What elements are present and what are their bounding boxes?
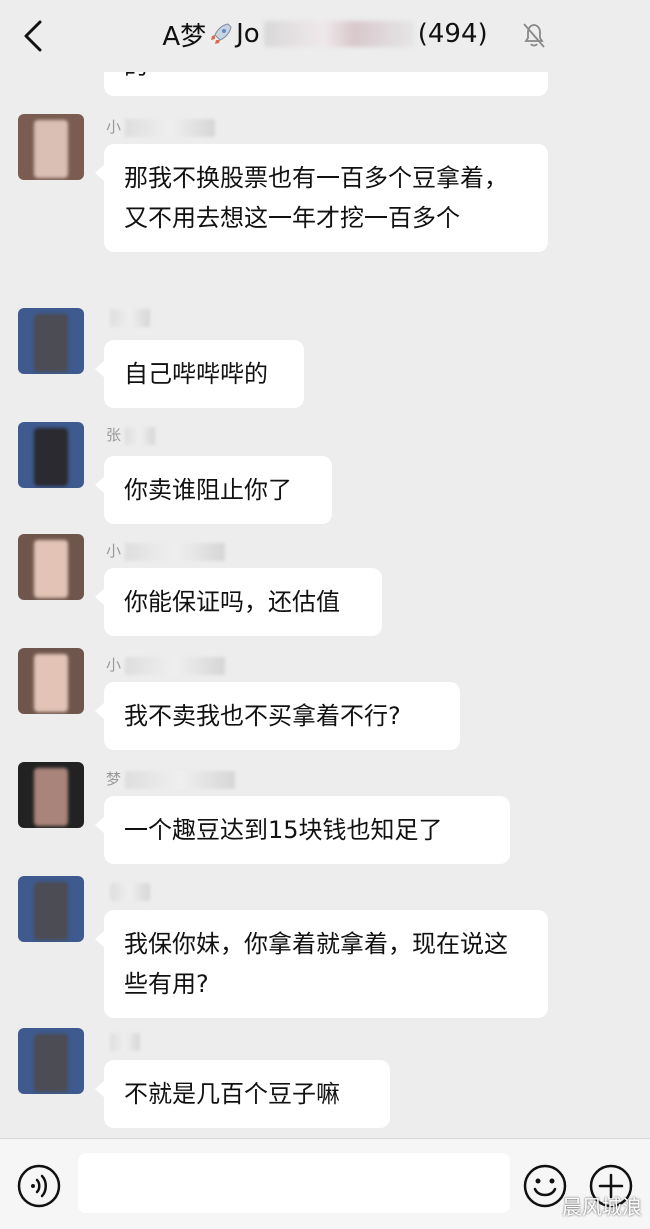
message-row: 我保你妹，你拿着就拿着，现在说这些有用? xyxy=(0,876,650,1026)
sender-name xyxy=(106,882,150,904)
avatar[interactable] xyxy=(18,308,84,374)
avatar[interactable] xyxy=(18,1028,84,1094)
avatar[interactable] xyxy=(18,762,84,828)
message-row: 小 那我不换股票也有一百多个豆拿着，又不用去想这一年才挖一百多个 xyxy=(0,110,650,290)
message-row: 小 你能保证吗，还估值 xyxy=(0,534,650,636)
avatar[interactable] xyxy=(18,534,84,600)
avatar[interactable] xyxy=(18,422,84,488)
partial-message-text: 的 xyxy=(124,72,148,81)
member-count: (494) xyxy=(417,19,488,49)
sender-name: 张 xyxy=(106,424,156,446)
message-bubble[interactable]: 不就是几百个豆子嘛 xyxy=(95,1060,390,1128)
message-bubble[interactable]: 一个趣豆达到15块钱也知足了 xyxy=(95,796,510,864)
message-row: 不就是几百个豆子嘛 xyxy=(0,1028,650,1128)
back-arrow-icon[interactable] xyxy=(18,18,50,54)
sender-name xyxy=(106,308,150,330)
rocket-icon xyxy=(211,23,232,44)
message-bubble[interactable]: 我不卖我也不买拿着不行? xyxy=(95,682,460,750)
message-bubble[interactable]: 自己哔哔哔的 xyxy=(95,340,304,408)
sender-name: 梦 xyxy=(106,768,236,790)
sender-name: 小 xyxy=(106,540,226,562)
avatar[interactable] xyxy=(18,876,84,942)
message-bubble[interactable]: 那我不换股票也有一百多个豆拿着，又不用去想这一年才挖一百多个 xyxy=(95,144,548,252)
message-row: 张 你卖谁阻止你了 xyxy=(0,422,650,524)
chat-message-list[interactable]: 的 小 那我不换股票也有一百多个豆拿着，又不用去想这一年才挖一百多个 自己哔哔哔… xyxy=(0,72,650,1138)
message-input-field[interactable] xyxy=(78,1153,510,1213)
title-prefix: A梦 xyxy=(162,21,207,52)
message-bubble[interactable]: 你能保证吗，还估值 xyxy=(95,568,382,636)
message-row: 梦 一个趣豆达到15块钱也知足了 xyxy=(0,762,650,864)
chat-header: A梦 Jo (494) xyxy=(0,0,650,72)
message-row: 小 我不卖我也不买拿着不行? xyxy=(0,648,650,750)
message-bubble[interactable]: 你卖谁阻止你了 xyxy=(95,456,332,524)
avatar[interactable] xyxy=(18,648,84,714)
watermark: 晨风城浪 xyxy=(562,1195,642,1219)
chat-title: A梦 Jo (494) xyxy=(120,14,530,54)
sender-name: 小 xyxy=(106,116,216,138)
partial-message-bubble: 的 xyxy=(104,72,548,96)
input-bar: 晨风城浪 xyxy=(0,1138,650,1229)
sender-name xyxy=(106,1032,140,1054)
title-mid: Jo xyxy=(236,19,260,49)
message-row: 自己哔哔哔的 xyxy=(0,308,650,408)
message-bubble[interactable]: 我保你妹，你拿着就拿着，现在说这些有用? xyxy=(95,910,548,1018)
voice-input-icon[interactable] xyxy=(16,1163,62,1209)
avatar[interactable] xyxy=(18,114,84,180)
title-blurred-name xyxy=(263,21,414,47)
sender-name: 小 xyxy=(106,654,226,676)
mute-bell-icon xyxy=(523,23,545,48)
